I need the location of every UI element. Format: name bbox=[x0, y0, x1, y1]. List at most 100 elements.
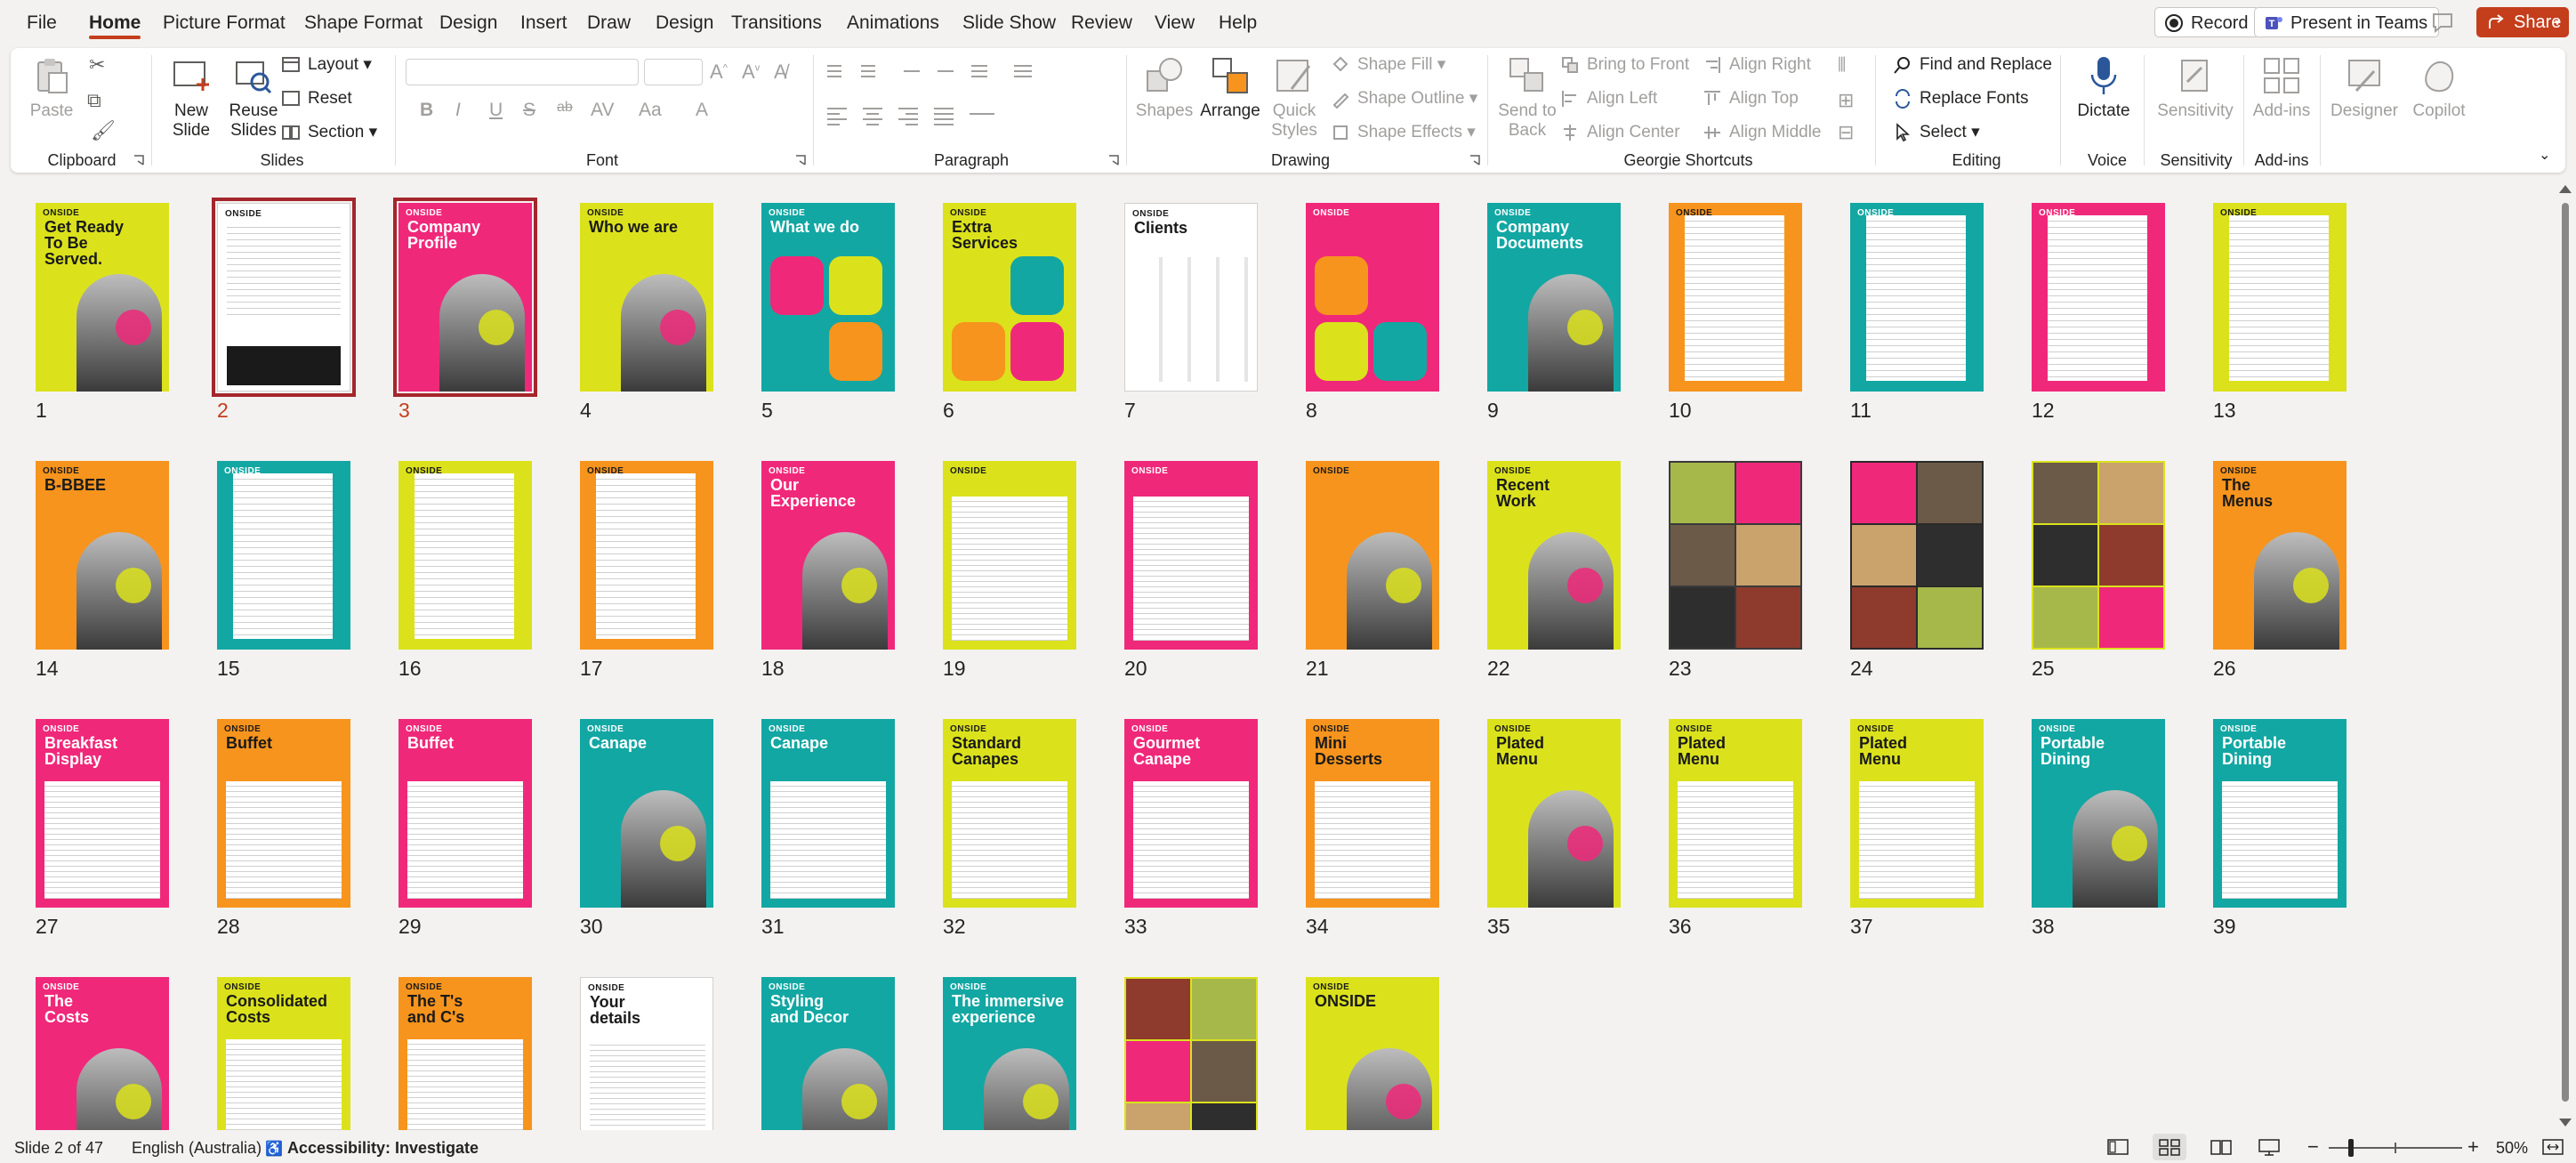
quick-styles-button[interactable]: Quick Styles bbox=[1263, 52, 1325, 141]
slide-thumbnail[interactable]: ONSIDE The immersive experience bbox=[943, 977, 1076, 1130]
menu-tab-insert[interactable]: Insert bbox=[520, 9, 568, 37]
slide-thumbnail[interactable]: ONSIDE bbox=[1669, 461, 1802, 650]
scroll-up-icon[interactable] bbox=[2559, 185, 2572, 193]
slide-thumbnail[interactable]: ONSIDE Gourmet Canape bbox=[1124, 719, 1258, 908]
font-format-button[interactable]: B bbox=[420, 100, 433, 121]
slide-thumbnail[interactable]: ONSIDE Portable Dining bbox=[2032, 719, 2165, 908]
cut-icon[interactable]: ✂ bbox=[89, 53, 105, 77]
select-button[interactable]: Select ▾ bbox=[1893, 119, 1980, 146]
align-center-button[interactable]: Align Center bbox=[1560, 119, 1680, 146]
slide-thumbnail[interactable]: ONSIDE Company Profile bbox=[393, 198, 537, 397]
increase-font-icon[interactable]: A^ bbox=[710, 61, 728, 84]
paragraph-tools[interactable] bbox=[822, 59, 1115, 166]
slide-thumbnail[interactable]: ONSIDE bbox=[1124, 977, 1258, 1130]
slide-thumbnail[interactable]: ONSIDE Company Documents bbox=[1487, 203, 1621, 392]
slide-thumbnail[interactable]: ONSIDE Recent Work bbox=[1487, 461, 1621, 650]
menu-tab-draw[interactable]: Draw bbox=[587, 9, 631, 37]
zoom-slider-thumb[interactable] bbox=[2348, 1139, 2354, 1157]
dialog-launcher-icon[interactable] bbox=[133, 155, 144, 166]
font-size-box[interactable] bbox=[644, 59, 703, 85]
reuse-slides-button[interactable]: Reuse Slides bbox=[224, 52, 283, 141]
font-format-button[interactable]: AV bbox=[591, 100, 614, 121]
find-replace-button[interactable]: Find and Replace bbox=[1893, 52, 2052, 78]
slide-thumbnail[interactable]: ONSIDE bbox=[2032, 203, 2165, 392]
slide-thumbnail[interactable]: ONSIDE The Costs bbox=[36, 977, 169, 1130]
zoom-out-icon[interactable]: − bbox=[2307, 1135, 2319, 1159]
slide-thumbnail[interactable]: ONSIDE Extra Services bbox=[943, 203, 1076, 392]
slide-thumbnail[interactable]: ONSIDE Buffet bbox=[398, 719, 532, 908]
align-left-button[interactable]: Align Left bbox=[1560, 85, 1657, 112]
slide-thumbnail[interactable]: ONSIDE Canape bbox=[761, 719, 895, 908]
font-format-button[interactable]: Aa bbox=[639, 100, 662, 121]
slide-thumbnail[interactable]: ONSIDE Mini Desserts bbox=[1306, 719, 1439, 908]
sensitivity-button[interactable]: Sensitivity bbox=[2154, 52, 2236, 121]
layout-button[interactable]: Layout ▾ bbox=[281, 52, 372, 78]
format-painter-icon[interactable]: 🖌 bbox=[91, 119, 116, 142]
menu-tab-home[interactable]: Home bbox=[89, 9, 141, 39]
language-indicator[interactable]: English (Australia) bbox=[132, 1139, 262, 1158]
slide-thumbnail[interactable]: ONSIDE bbox=[1306, 203, 1439, 392]
slide-thumbnail[interactable]: ONSIDE Portable Dining bbox=[2213, 719, 2347, 908]
normal-view-icon[interactable] bbox=[2105, 1137, 2131, 1157]
shapes-button[interactable]: Shapes bbox=[1133, 52, 1195, 121]
slide-thumbnail[interactable]: ONSIDE B-BBEE bbox=[36, 461, 169, 650]
record-button[interactable]: Record bbox=[2154, 7, 2260, 37]
slide-thumbnail[interactable]: ONSIDE Breakfast Display bbox=[36, 719, 169, 908]
collapse-ribbon-icon[interactable]: ⌄ bbox=[2539, 146, 2550, 164]
section-button[interactable]: Section ▾ bbox=[281, 119, 377, 146]
menu-tab-animations[interactable]: Animations bbox=[847, 9, 939, 37]
dialog-launcher-icon[interactable] bbox=[795, 155, 806, 166]
menu-tab-help[interactable]: Help bbox=[1219, 9, 1257, 37]
distribute-icon[interactable]: ⫴ bbox=[1838, 53, 1846, 77]
slide-thumbnail[interactable]: ONSIDE Consolidated Costs bbox=[217, 977, 350, 1130]
slide-thumbnail[interactable]: ONSIDE Get Ready To Be Served. bbox=[36, 203, 169, 392]
scroll-down-icon[interactable] bbox=[2559, 1119, 2572, 1127]
copy-icon[interactable]: ⧉ bbox=[87, 89, 101, 112]
slide-thumbnail[interactable]: ONSIDE bbox=[1850, 461, 1984, 650]
menu-tab-design[interactable]: Design bbox=[439, 9, 497, 37]
slide-thumbnail[interactable]: ONSIDE bbox=[2032, 461, 2165, 650]
slide-thumbnail[interactable]: ONSIDE bbox=[1669, 203, 1802, 392]
slide-thumbnail[interactable]: ONSIDE bbox=[580, 461, 713, 650]
slide-thumbnail[interactable]: ONSIDE Styling and Decor bbox=[761, 977, 895, 1130]
ungroup-icon[interactable]: ⊟ bbox=[1838, 121, 1854, 144]
slide-thumbnail[interactable]: ONSIDE The Menus bbox=[2213, 461, 2347, 650]
accessibility-status[interactable]: ♿ Accessibility: Investigate bbox=[265, 1139, 479, 1158]
menu-tab-file[interactable]: File bbox=[27, 9, 57, 37]
dictate-button[interactable]: Dictate bbox=[2071, 52, 2137, 121]
replace-fonts-button[interactable]: Replace Fonts bbox=[1893, 85, 2029, 112]
menu-tab-picture-format[interactable]: Picture Format bbox=[163, 9, 286, 37]
dialog-launcher-icon[interactable] bbox=[1108, 155, 1119, 166]
font-format-button[interactable]: I bbox=[455, 100, 461, 121]
zoom-in-icon[interactable]: + bbox=[2467, 1135, 2479, 1159]
send-to-back-button[interactable]: Send to Back bbox=[1496, 52, 1558, 141]
slide-sorter-view-icon[interactable] bbox=[2156, 1137, 2183, 1157]
slide-thumbnail[interactable]: ONSIDE Who we are bbox=[580, 203, 713, 392]
font-format-button[interactable]: S bbox=[523, 100, 535, 121]
align-top-button[interactable]: Align Top bbox=[1703, 85, 1799, 112]
slide-thumbnail[interactable]: ONSIDE Canape bbox=[580, 719, 713, 908]
slide-thumbnail[interactable]: ONSIDE ONSIDE bbox=[1306, 977, 1439, 1130]
share-button[interactable]: Share ▾ bbox=[2476, 7, 2569, 37]
slide-thumbnail[interactable]: ONSIDE Plated Menu bbox=[1487, 719, 1621, 908]
slide-thumbnail[interactable]: ONSIDE Buffet bbox=[217, 719, 350, 908]
slide-thumbnail[interactable]: ONSIDE Your details bbox=[580, 977, 713, 1130]
slide-thumbnail[interactable]: ONSIDE The T's and C's bbox=[398, 977, 532, 1130]
font-name-box[interactable] bbox=[406, 59, 639, 85]
font-format-button[interactable]: A bbox=[696, 100, 708, 121]
slide-thumbnail[interactable]: ONSIDE Plated Menu bbox=[1850, 719, 1984, 908]
slide-thumbnail[interactable]: ONSIDE bbox=[1850, 203, 1984, 392]
slide-show-icon[interactable] bbox=[2256, 1137, 2282, 1157]
present-in-teams-button[interactable]: T Present in Teams bbox=[2254, 7, 2440, 37]
slide-thumbnail[interactable]: ONSIDE What we do bbox=[761, 203, 895, 392]
slide-thumbnail[interactable]: ONSIDE bbox=[2213, 203, 2347, 392]
menu-tab-transitions[interactable]: Transitions bbox=[731, 9, 822, 37]
slide-thumbnail[interactable]: ONSIDE Clients bbox=[1124, 203, 1258, 392]
font-format-button[interactable]: ab bbox=[557, 100, 573, 116]
vertical-scrollbar[interactable] bbox=[2555, 182, 2576, 1130]
reset-button[interactable]: Reset bbox=[281, 85, 352, 112]
group-icon[interactable]: ⊞ bbox=[1838, 89, 1854, 112]
shape-effects-button[interactable]: Shape Effects ▾ bbox=[1331, 119, 1476, 146]
menu-tab-shape-format[interactable]: Shape Format bbox=[304, 9, 423, 37]
menu-tab-review[interactable]: Review bbox=[1071, 9, 1132, 37]
